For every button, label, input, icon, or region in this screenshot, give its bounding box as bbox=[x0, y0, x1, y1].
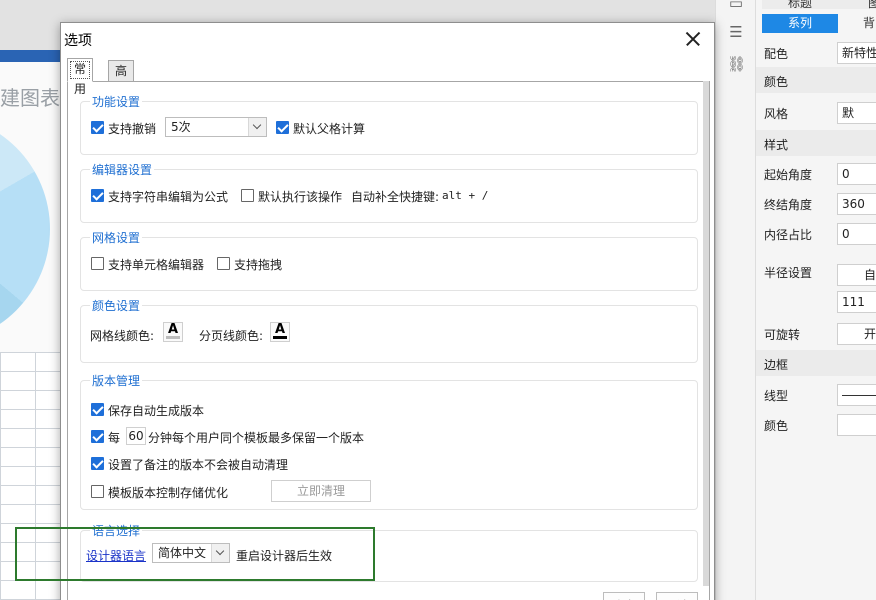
language-title: 语言选择 bbox=[90, 522, 143, 539]
pageline-color-label: 分页线颜色: bbox=[199, 329, 264, 343]
language-select[interactable]: 简体中文 bbox=[152, 543, 230, 563]
chevron-down-icon bbox=[248, 118, 266, 136]
style-section-label: 样式 bbox=[764, 138, 789, 152]
default-exec-checkbox[interactable] bbox=[241, 189, 254, 202]
editor-settings-title: 编辑器设置 bbox=[90, 161, 155, 178]
gridline-color-button[interactable]: A bbox=[163, 322, 183, 342]
pageline-color-button[interactable]: A bbox=[270, 322, 290, 342]
start-angle-input[interactable]: 0 bbox=[837, 163, 876, 185]
dialog-title: 选项 bbox=[64, 33, 92, 49]
property-tabs-top: 标题 图 bbox=[762, 0, 876, 11]
radius-mode-select[interactable]: 自 bbox=[837, 264, 876, 286]
remark-version-checkbox[interactable] bbox=[91, 457, 104, 470]
cell-editor-label: 支持单元格编辑器 bbox=[108, 258, 205, 272]
tab-series[interactable]: 系列 bbox=[762, 14, 838, 33]
close-icon[interactable] bbox=[681, 27, 705, 51]
ok-button[interactable]: 确定 bbox=[603, 592, 645, 600]
style-section: 样式 bbox=[756, 130, 876, 156]
gridline-color-label: 网格线颜色: bbox=[90, 329, 155, 343]
options-dialog: 选项 常用 高级 功能设置 支持撤销 5次 默认父格计算 编辑器设置 支持字符串… bbox=[60, 22, 715, 600]
restart-note: 重启设计器后生效 bbox=[236, 549, 333, 563]
line-sample bbox=[842, 395, 876, 396]
every-label: 每 bbox=[108, 431, 121, 445]
border-color-label: 颜色 bbox=[764, 419, 789, 433]
string-formula-checkbox[interactable] bbox=[91, 189, 104, 202]
side-icon-toolbar: ▭ ☰ ⛓ bbox=[715, 0, 755, 600]
drag-checkbox[interactable] bbox=[217, 257, 230, 270]
version-management-title: 版本管理 bbox=[90, 372, 143, 389]
color-section: 颜色 bbox=[756, 67, 876, 93]
spreadsheet-grid[interactable] bbox=[0, 352, 60, 600]
general-tab-panel: 功能设置 支持撤销 5次 默认父格计算 编辑器设置 支持字符串编辑为公式 默认执… bbox=[67, 81, 710, 600]
tab-advanced[interactable]: 高级 bbox=[108, 60, 135, 98]
minutes-input[interactable]: 60 bbox=[126, 427, 146, 445]
tab-title[interactable]: 标题 bbox=[788, 0, 812, 11]
inner-radius-label: 内径占比 bbox=[764, 228, 813, 242]
default-parent-label: 默认父格计算 bbox=[293, 122, 366, 136]
tab-background[interactable]: 背 bbox=[863, 14, 875, 33]
tab-general[interactable]: 常用 bbox=[67, 58, 94, 96]
font-color-icon: A bbox=[167, 322, 179, 337]
end-angle-input[interactable]: 360 bbox=[837, 193, 876, 215]
widget-settings-icon[interactable]: ☰ bbox=[727, 23, 745, 41]
palette-select[interactable]: 新特性 bbox=[837, 42, 876, 64]
inner-radius-input[interactable]: 0 bbox=[837, 223, 876, 245]
cell-element-icon[interactable]: ▭ bbox=[727, 0, 745, 12]
autocomplete-keys: alt + / bbox=[442, 189, 489, 202]
designer-language-link[interactable]: 设计器语言 bbox=[86, 547, 146, 564]
interval-label: 分钟每个用户同个模板最多保留一个版本 bbox=[148, 431, 365, 445]
end-angle-label: 终结角度 bbox=[764, 198, 813, 212]
undo-checkbox[interactable] bbox=[91, 121, 104, 134]
grid-settings-title: 网格设置 bbox=[90, 229, 143, 246]
interval-checkbox[interactable] bbox=[91, 430, 104, 443]
rotatable-toggle[interactable]: 开 bbox=[837, 323, 876, 345]
chart-property-panel: 标题 图 系列 背 配色 新特性 颜色 风格 默 样式 起始角度 0 终结角度 … bbox=[755, 0, 876, 600]
remark-version-label: 设置了备注的版本不会被自动清理 bbox=[108, 458, 289, 472]
storage-optimize-checkbox[interactable] bbox=[91, 485, 104, 498]
sheet-header-selected bbox=[0, 50, 60, 62]
tab-chart[interactable]: 图 bbox=[868, 0, 876, 11]
palette-label: 配色 bbox=[764, 47, 789, 61]
rotatable-label: 可旋转 bbox=[764, 328, 801, 342]
style-label: 风格 bbox=[764, 107, 789, 121]
auto-save-version-checkbox[interactable] bbox=[91, 403, 104, 416]
radius-label: 半径设置 bbox=[764, 266, 813, 280]
auto-save-version-label: 保存自动生成版本 bbox=[108, 404, 205, 418]
feature-settings-title: 功能设置 bbox=[90, 93, 143, 110]
default-exec-label: 默认执行该操作 bbox=[258, 190, 343, 204]
border-section-label: 边框 bbox=[764, 358, 789, 372]
line-type-select[interactable] bbox=[837, 384, 876, 406]
font-color-icon: A bbox=[274, 322, 286, 337]
panel-scrollbar[interactable] bbox=[703, 81, 709, 586]
start-angle-label: 起始角度 bbox=[764, 168, 813, 182]
cell-editor-checkbox[interactable] bbox=[91, 257, 104, 270]
default-parent-checkbox[interactable] bbox=[276, 121, 289, 134]
border-color-picker[interactable] bbox=[837, 414, 876, 436]
line-type-label: 线型 bbox=[764, 389, 789, 403]
dialog-titlebar[interactable]: 选项 bbox=[61, 23, 714, 55]
chevron-down-icon bbox=[211, 544, 229, 562]
radius-value-input[interactable]: 111 bbox=[837, 291, 876, 313]
undo-count-select[interactable]: 5次 bbox=[165, 117, 267, 137]
clean-now-button[interactable]: 立即清理 bbox=[271, 480, 371, 502]
undo-count-value: 5次 bbox=[171, 120, 191, 134]
color-section-label: 颜色 bbox=[764, 75, 789, 89]
color-settings-title: 颜色设置 bbox=[90, 297, 143, 314]
pageline-color-swatch bbox=[273, 336, 287, 339]
storage-optimize-label: 模板版本控制存储优化 bbox=[108, 486, 229, 500]
border-section: 边框 bbox=[756, 350, 876, 376]
language-value: 简体中文 bbox=[158, 546, 207, 560]
drag-label: 支持拖拽 bbox=[234, 258, 283, 272]
undo-label: 支持撤销 bbox=[108, 122, 157, 136]
autocomplete-label: 自动补全快捷键: bbox=[351, 190, 440, 204]
hyperlink-icon[interactable]: ⛓ bbox=[727, 55, 746, 73]
cancel-button[interactable]: 取消 bbox=[656, 592, 698, 600]
string-formula-label: 支持字符串编辑为公式 bbox=[108, 190, 229, 204]
style-select[interactable]: 默 bbox=[837, 102, 876, 124]
gridline-color-swatch bbox=[166, 336, 180, 339]
